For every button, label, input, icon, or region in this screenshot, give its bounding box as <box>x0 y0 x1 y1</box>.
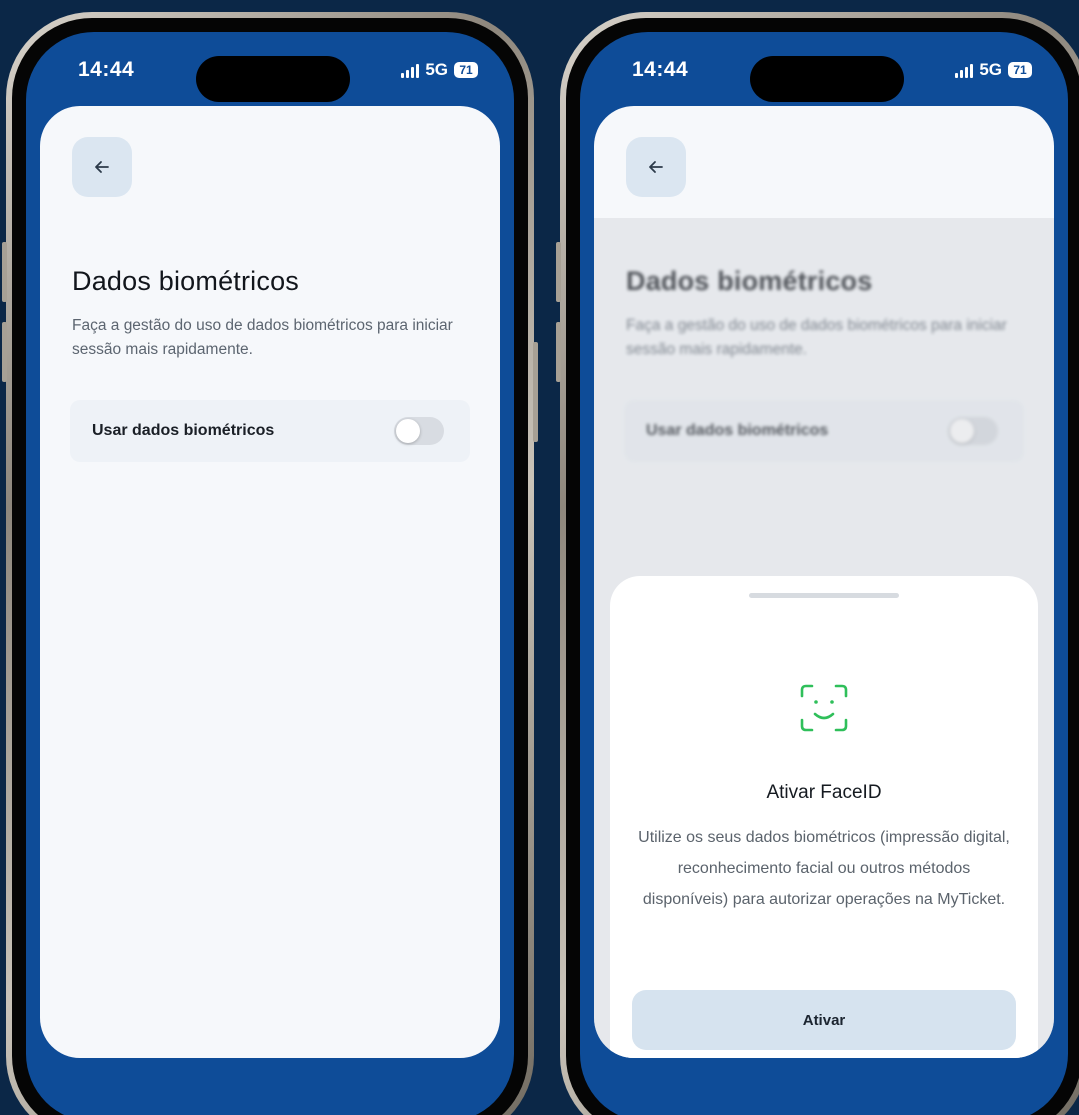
back-button[interactable] <box>626 137 686 197</box>
signal-icon <box>401 63 420 78</box>
dynamic-island <box>196 56 350 102</box>
faceid-bottom-sheet: Ativar FaceID Utilize os seus dados biom… <box>610 576 1038 1058</box>
power-button <box>533 342 538 442</box>
sheet-description: Utilize os seus dados biométricos (impre… <box>638 829 1010 908</box>
phone-screen: 14:44 5G 71 Dados biométricos Faça a ges… <box>26 32 514 1115</box>
battery-icon: 71 <box>454 62 478 78</box>
status-bar: 14:44 5G 71 <box>580 32 1068 112</box>
phone-bezel: 14:44 5G 71 Dados biométricos Faça a ges… <box>566 18 1079 1115</box>
network-label: 5G <box>425 60 448 79</box>
dynamic-island <box>750 56 904 102</box>
phone-right: 14:44 5G 71 Dados biométricos Faça a ges… <box>556 12 1079 1115</box>
sheet-drag-handle[interactable] <box>749 593 899 598</box>
status-bar: 14:44 5G 71 <box>26 32 514 112</box>
toggle-label: Usar dados biométricos <box>92 422 275 439</box>
status-time: 14:44 <box>78 58 135 81</box>
volume-down-button <box>556 322 561 382</box>
volume-up-button <box>2 242 7 302</box>
status-indicators: 5G 71 <box>401 60 478 80</box>
sheet-title: Ativar FaceID <box>766 782 882 803</box>
signal-icon <box>955 63 974 78</box>
network-label: 5G <box>979 60 1002 79</box>
back-button[interactable] <box>72 137 132 197</box>
arrow-left-icon <box>95 161 109 173</box>
volume-down-button <box>2 322 7 382</box>
activate-button[interactable]: Ativar <box>632 990 1016 1050</box>
arrow-left-icon <box>649 161 663 173</box>
page-subtitle: Faça a gestão do uso de dados biométrico… <box>72 317 453 358</box>
faceid-icon <box>800 684 848 732</box>
phone-bezel: 14:44 5G 71 Dados biométricos Faça a ges… <box>12 18 528 1115</box>
toggle-knob <box>396 419 420 443</box>
status-time: 14:44 <box>632 58 689 81</box>
biometrics-toggle[interactable] <box>394 417 444 445</box>
volume-up-button <box>556 242 561 302</box>
page-title: Dados biométricos <box>72 266 299 296</box>
phone-left: 14:44 5G 71 Dados biométricos Faça a ges… <box>2 12 538 1115</box>
settings-card: Dados biométricos Faça a gestão do uso d… <box>40 106 500 1058</box>
status-indicators: 5G 71 <box>955 60 1032 80</box>
settings-card-background: Dados biométricos Faça a gestão do uso d… <box>594 106 1054 1058</box>
phone-screen: 14:44 5G 71 Dados biométricos Faça a ges… <box>580 32 1068 1115</box>
biometrics-toggle-row[interactable]: Usar dados biométricos <box>70 400 470 462</box>
battery-icon: 71 <box>1008 62 1032 78</box>
